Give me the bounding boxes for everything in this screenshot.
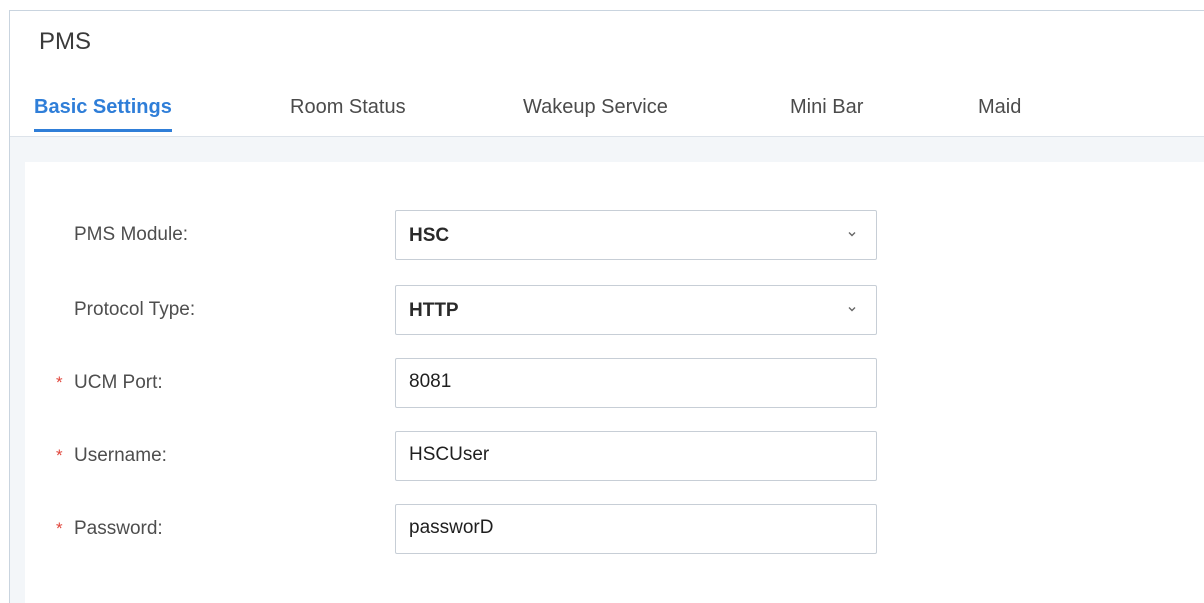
chevron-down-icon	[848, 307, 856, 312]
protocol-type-row: Protocol Type: HTTP	[25, 285, 1204, 337]
password-label: * Password:	[56, 518, 163, 540]
ucm-port-label-text: UCM Port:	[74, 372, 163, 393]
ucm-port-field[interactable]	[395, 358, 877, 408]
pms-module-label: PMS Module:	[74, 224, 189, 245]
username-input[interactable]	[409, 444, 849, 466]
required-marker: *	[56, 373, 63, 392]
password-field[interactable]	[395, 504, 877, 554]
page-title: PMS	[39, 28, 92, 55]
username-label: * Username:	[56, 445, 167, 467]
pms-module-select[interactable]: HSC	[395, 210, 877, 260]
required-marker: *	[56, 446, 63, 465]
settings-panel: PMS Module: HSC Protocol Type: HTTP * UC…	[25, 162, 1204, 603]
password-input[interactable]	[409, 517, 849, 539]
tab-mini-bar[interactable]: Mini Bar	[790, 96, 863, 119]
pms-module-row: PMS Module: HSC	[25, 210, 1204, 262]
tab-room-status[interactable]: Room Status	[290, 96, 406, 119]
tab-maid[interactable]: Maid	[978, 96, 1021, 119]
pms-module-value: HSC	[409, 225, 450, 246]
password-label-text: Password:	[74, 518, 163, 539]
ucm-port-label: * UCM Port:	[56, 372, 163, 394]
protocol-type-label: Protocol Type:	[74, 299, 196, 320]
protocol-type-select[interactable]: HTTP	[395, 285, 877, 335]
username-label-text: Username:	[74, 445, 167, 466]
tab-basic-settings[interactable]: Basic Settings	[34, 96, 172, 132]
tab-wakeup-service[interactable]: Wakeup Service	[523, 96, 668, 119]
protocol-type-value: HTTP	[409, 300, 459, 321]
password-row: * Password:	[25, 504, 1204, 556]
username-row: * Username:	[25, 431, 1204, 483]
required-marker: *	[56, 519, 63, 538]
username-field[interactable]	[395, 431, 877, 481]
ucm-port-row: * UCM Port:	[25, 358, 1204, 410]
tab-bar: Basic Settings Room Status Wakeup Servic…	[10, 88, 1204, 137]
ucm-port-input[interactable]	[409, 371, 849, 393]
chevron-down-icon	[848, 232, 856, 237]
